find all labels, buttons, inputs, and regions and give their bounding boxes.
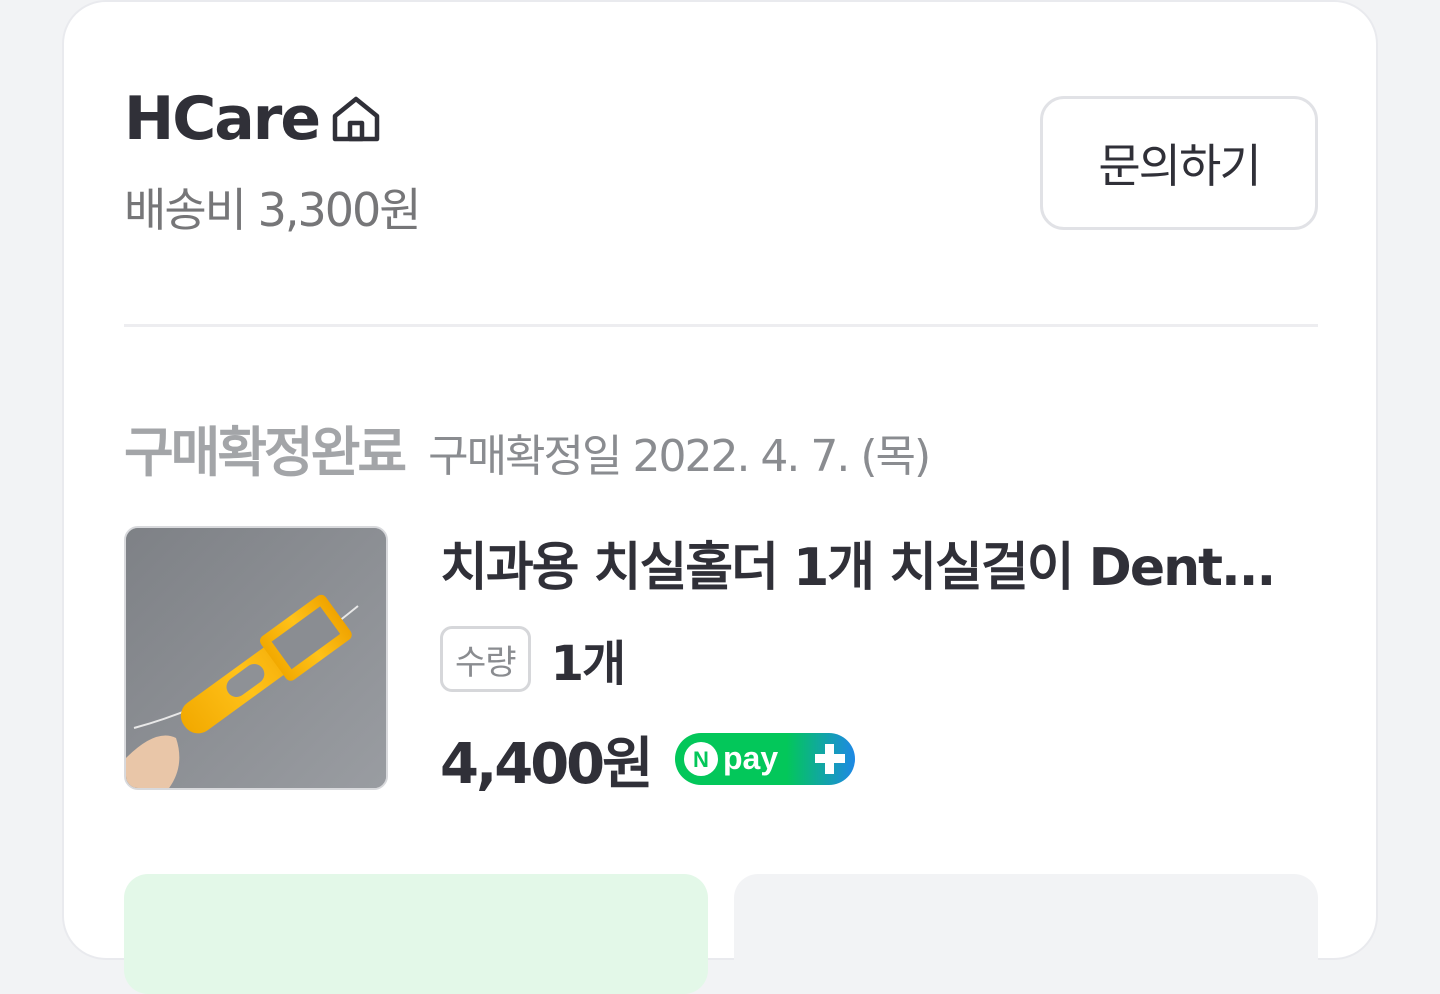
npay-plus-icon: N pay — [674, 733, 855, 785]
confirm-date: 구매확정일 2022. 4. 7. (목) — [428, 431, 931, 482]
svg-text:pay: pay — [723, 740, 778, 776]
order-status-row: 구매확정완료 구매확정일 2022. 4. 7. (목) — [124, 408, 931, 484]
quantity-value: 1개 — [550, 636, 627, 692]
divider — [124, 324, 1318, 327]
seller-header[interactable]: HCare — [124, 84, 383, 154]
seller-name[interactable]: HCare — [124, 84, 321, 154]
quantity-label: 수량 — [440, 626, 531, 692]
product-thumbnail[interactable] — [124, 526, 388, 790]
product-price: 4,400원 — [440, 731, 654, 797]
order-card: HCare 배송비 3,300원 문의하기 구매확정완료 구매확정일 2022.… — [62, 0, 1378, 994]
inquiry-button[interactable]: 문의하기 — [1040, 96, 1318, 230]
product-title[interactable]: 치과용 치실홀더 1개 치실걸이 Dent... — [440, 532, 1320, 604]
home-icon[interactable] — [329, 92, 383, 146]
secondary-action-button[interactable] — [734, 874, 1318, 994]
order-status: 구매확정완료 — [124, 421, 407, 484]
svg-text:N: N — [693, 747, 709, 772]
quantity-row: 수량 1개 — [440, 626, 627, 692]
shipping-fee: 배송비 3,300원 — [124, 183, 422, 237]
primary-action-button[interactable] — [124, 874, 708, 994]
price-row: 4,400원 N pay — [440, 724, 855, 797]
